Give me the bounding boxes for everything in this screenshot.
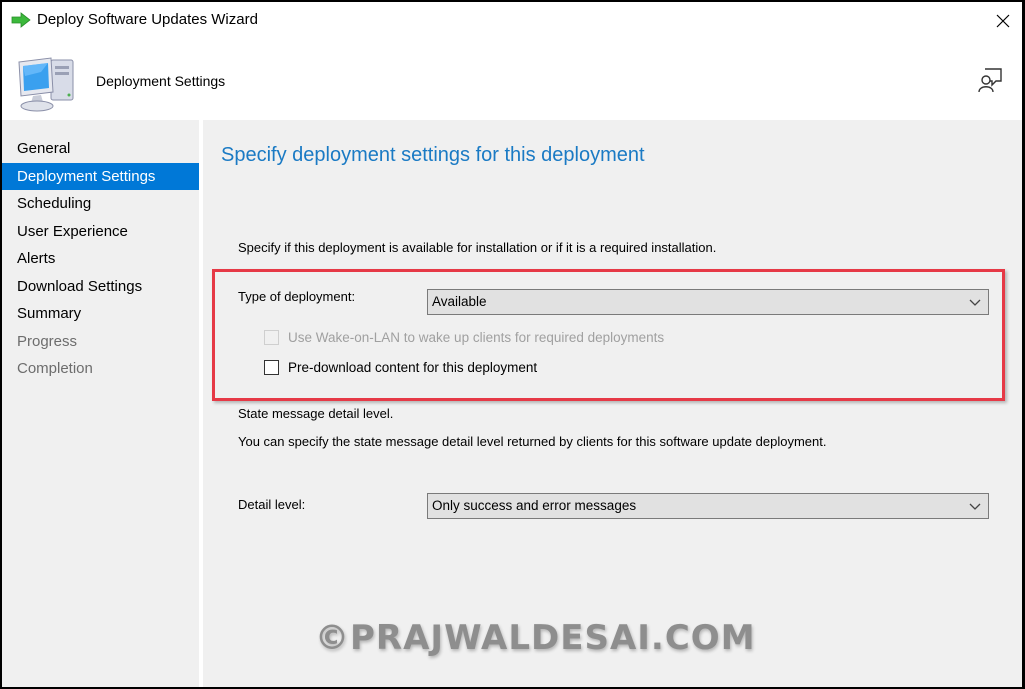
sidebar-item-summary[interactable]: Summary	[2, 300, 199, 328]
sidebar-item-download-settings[interactable]: Download Settings	[2, 273, 199, 301]
user-feedback-icon[interactable]	[976, 66, 1004, 94]
header-title: Deployment Settings	[96, 73, 226, 89]
sidebar-item-alerts[interactable]: Alerts	[2, 245, 199, 273]
title-bar: Deploy Software Updates Wizard	[2, 2, 1022, 40]
wizard-header: Deployment Settings	[2, 40, 1022, 120]
detail-level-label: Detail level:	[238, 497, 306, 512]
window-title: Deploy Software Updates Wizard	[37, 11, 258, 28]
wizard-sidebar: General Deployment Settings Scheduling User…	[2, 120, 201, 687]
computer-icon	[18, 57, 74, 112]
type-of-deployment-value: Available	[432, 294, 487, 309]
close-icon	[996, 14, 1010, 28]
chevron-down-icon	[969, 299, 981, 306]
sidebar-item-general[interactable]: General	[2, 135, 199, 163]
chevron-down-icon	[969, 503, 981, 510]
detail-level-dropdown[interactable]: Only success and error messages	[427, 493, 989, 519]
predownload-label: Pre-download content for this deployment	[288, 360, 538, 375]
deployment-description: Specify if this deployment is available …	[238, 240, 717, 255]
state-message-heading: State message detail level.	[238, 406, 394, 421]
sidebar-item-deployment-settings[interactable]: Deployment Settings	[2, 162, 199, 190]
predownload-checkbox[interactable]	[264, 360, 279, 375]
detail-level-value: Only success and error messages	[432, 498, 637, 513]
wake-on-lan-label: Use Wake-on-LAN to wake up clients for r…	[288, 330, 665, 345]
predownload-option[interactable]: Pre-download content for this deployment	[264, 360, 537, 375]
close-button[interactable]	[988, 6, 1018, 36]
sidebar-item-progress: Progress	[17, 332, 78, 350]
watermark: ©PRAJWALDESAI.COM	[315, 618, 756, 658]
wizard-window: Deploy Software Updates Wizard Deploymen…	[2, 2, 1022, 687]
wake-on-lan-checkbox	[264, 330, 279, 345]
green-arrow-icon	[11, 12, 31, 28]
sidebar-item-user-experience[interactable]: User Experience	[2, 218, 199, 246]
type-of-deployment-label: Type of deployment:	[238, 289, 356, 304]
type-of-deployment-dropdown[interactable]: Available	[427, 289, 989, 315]
page-heading: Specify deployment settings for this dep…	[221, 144, 645, 166]
content-pane: Specify deployment settings for this dep…	[203, 120, 1022, 687]
sidebar-item-completion: Completion	[17, 360, 93, 377]
sidebar-item-scheduling[interactable]: Scheduling	[2, 190, 199, 218]
wake-on-lan-option: Use Wake-on-LAN to wake up clients for r…	[264, 330, 664, 345]
state-message-description: You can specify the state message detail…	[238, 434, 827, 449]
